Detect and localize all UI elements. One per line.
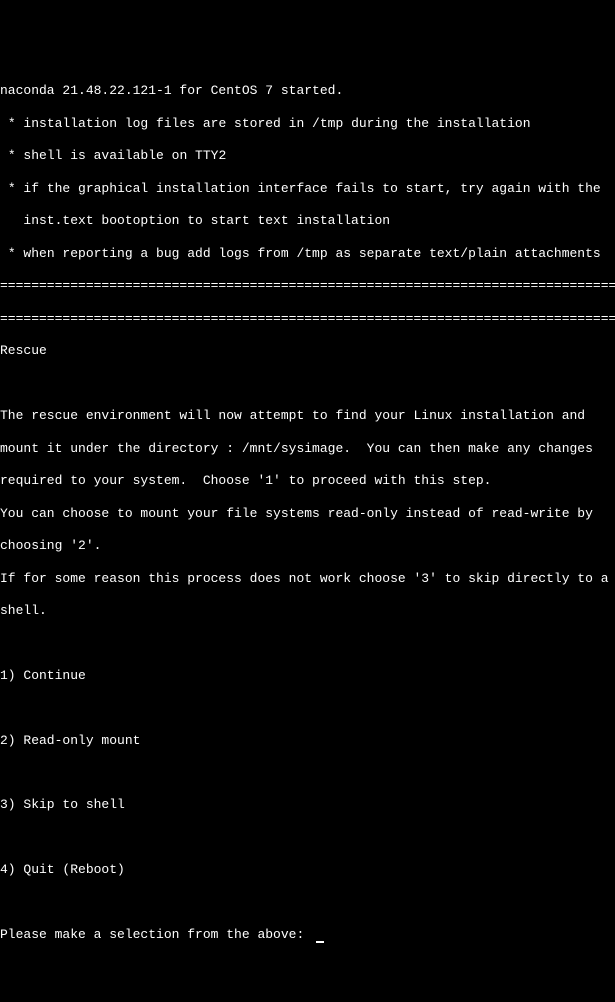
info-bullet: * shell is available on TTY2 [0, 148, 615, 164]
prompt-text: Please make a selection from the above: [0, 927, 312, 942]
blank-line [0, 636, 615, 652]
menu-option-readonly[interactable]: 2) Read-only mount [0, 733, 615, 749]
blank-line [0, 700, 615, 716]
rescue-text: required to your system. Choose '1' to p… [0, 473, 615, 489]
menu-option-quit[interactable]: 4) Quit (Reboot) [0, 862, 615, 878]
blank-line [0, 376, 615, 392]
blank-line [0, 830, 615, 846]
anaconda-start-line: naconda 21.48.22.121-1 for CentOS 7 star… [0, 83, 615, 99]
info-bullet: * when reporting a bug add logs from /tm… [0, 246, 615, 262]
terminal-output: naconda 21.48.22.121-1 for CentOS 7 star… [0, 65, 615, 959]
blank-line [0, 765, 615, 781]
divider: ========================================… [0, 278, 615, 294]
rescue-text: mount it under the directory : /mnt/sysi… [0, 441, 615, 457]
blank-line [0, 895, 615, 911]
menu-option-skip[interactable]: 3) Skip to shell [0, 797, 615, 813]
rescue-title: Rescue [0, 343, 615, 359]
rescue-text: shell. [0, 603, 615, 619]
info-bullet: inst.text bootoption to start text insta… [0, 213, 615, 229]
divider: ========================================… [0, 311, 615, 327]
menu-option-continue[interactable]: 1) Continue [0, 668, 615, 684]
selection-prompt[interactable]: Please make a selection from the above: [0, 927, 615, 943]
rescue-text: choosing '2'. [0, 538, 615, 554]
cursor-icon [316, 941, 324, 943]
rescue-text: The rescue environment will now attempt … [0, 408, 615, 424]
info-bullet: * if the graphical installation interfac… [0, 181, 615, 197]
info-bullet: * installation log files are stored in /… [0, 116, 615, 132]
rescue-text: You can choose to mount your file system… [0, 506, 615, 522]
rescue-text: If for some reason this process does not… [0, 571, 615, 587]
